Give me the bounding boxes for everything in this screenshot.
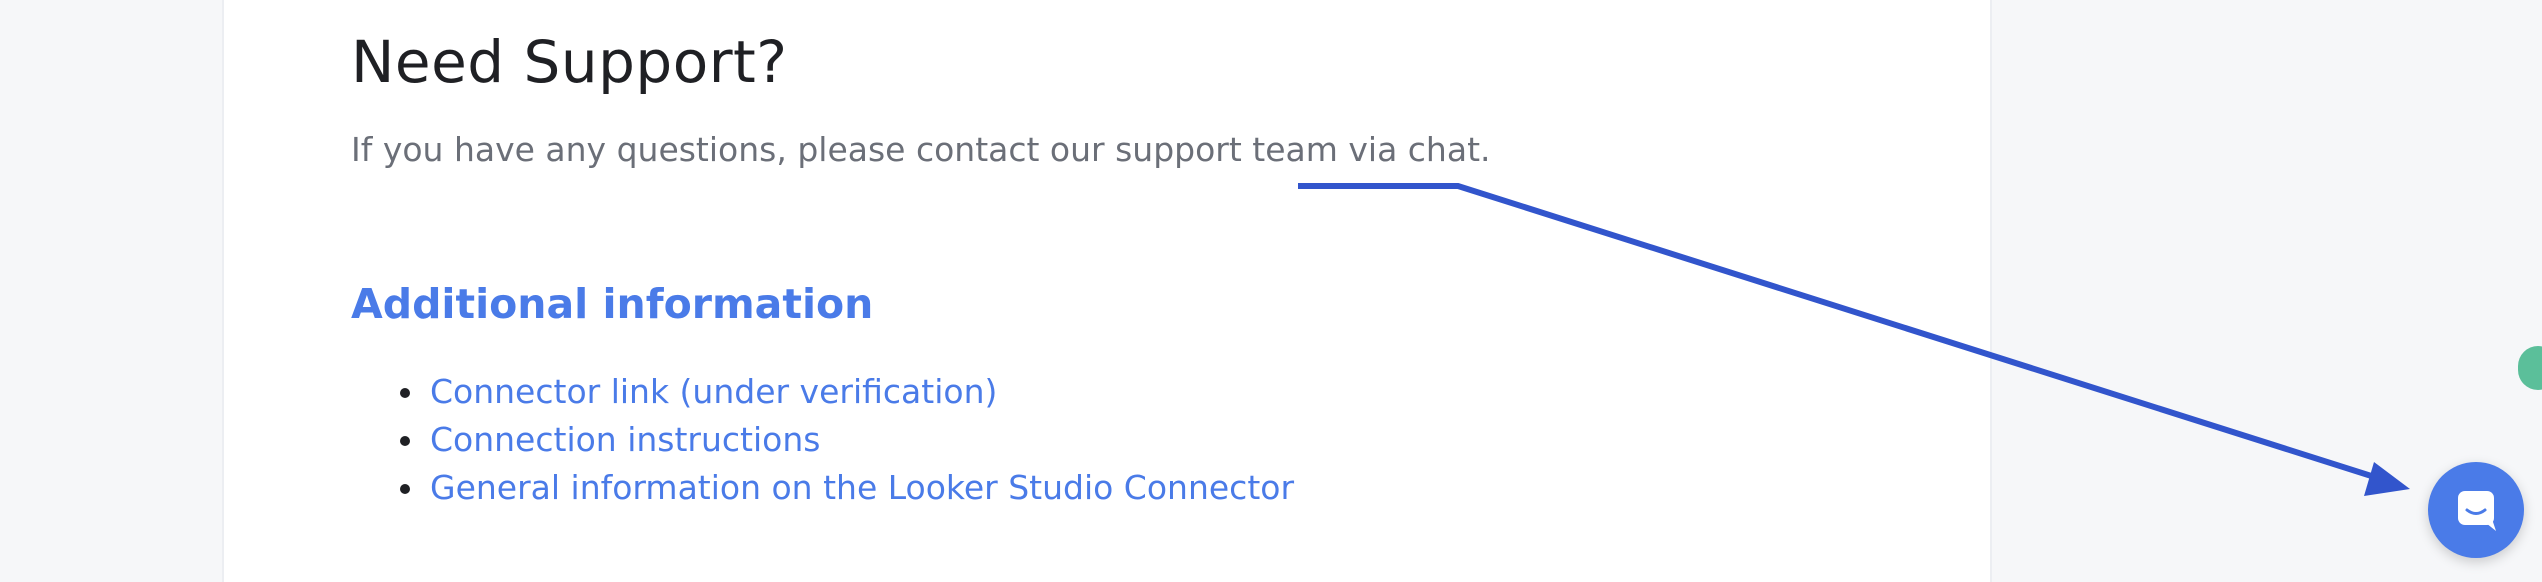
chat-button[interactable] — [2428, 462, 2524, 558]
side-widget-tab[interactable] — [2518, 346, 2542, 390]
connector-link[interactable]: Connector link (under verification) — [430, 372, 997, 411]
bullet-icon — [400, 484, 410, 494]
general-information-link[interactable]: General information on the Looker Studio… — [430, 468, 1294, 507]
additional-links-list: Connector link (under verification) Conn… — [390, 368, 1294, 512]
list-item: General information on the Looker Studio… — [390, 464, 1294, 512]
bullet-icon — [400, 436, 410, 446]
support-heading: Need Support? — [351, 28, 788, 96]
list-item: Connector link (under verification) — [390, 368, 1294, 416]
page: Need Support? If you have any questions,… — [0, 0, 2542, 582]
additional-information-heading: Additional information — [351, 280, 874, 328]
list-item: Connection instructions — [390, 416, 1294, 464]
support-description: If you have any questions, please contac… — [351, 130, 1491, 169]
bullet-icon — [400, 388, 410, 398]
chat-bubble-icon — [2458, 491, 2496, 531]
connection-instructions-link[interactable]: Connection instructions — [430, 420, 820, 459]
